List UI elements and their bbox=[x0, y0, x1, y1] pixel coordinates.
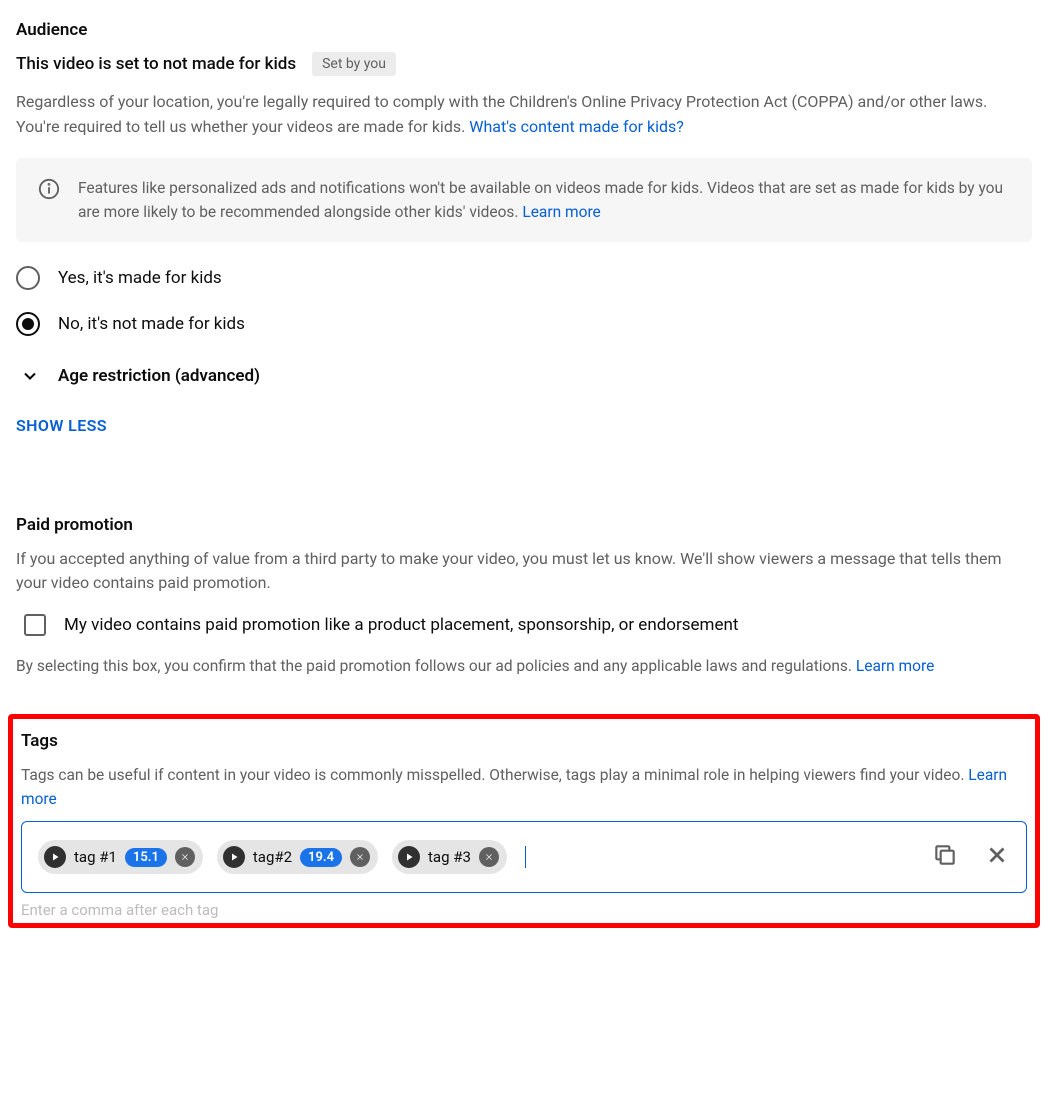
tag-label: tag #3 bbox=[428, 848, 471, 866]
tag-score-badge: 15.1 bbox=[125, 848, 167, 867]
paid-promotion-desc: If you accepted anything of value from a… bbox=[16, 547, 1032, 597]
show-less-button[interactable]: SHOW LESS bbox=[16, 416, 107, 435]
audience-title: Audience bbox=[16, 20, 1032, 40]
radio-yes-label: Yes, it's made for kids bbox=[58, 268, 222, 288]
paid-promotion-section: Paid promotion If you accepted anything … bbox=[16, 515, 1032, 679]
tags-actions bbox=[932, 842, 1010, 872]
tags-desc: Tags can be useful if content in your vi… bbox=[21, 763, 1027, 811]
tag-label: tag#2 bbox=[253, 848, 292, 866]
tag-label: tag #1 bbox=[74, 848, 117, 866]
chevron-down-icon bbox=[20, 366, 40, 386]
tags-desc-text: Tags can be useful if content in your vi… bbox=[21, 766, 968, 784]
audience-status-line: This video is set to not made for kids S… bbox=[16, 52, 1032, 76]
tags-input[interactable]: tag #1 15.1 tag#2 19.4 tag #3 bbox=[21, 821, 1027, 893]
age-restriction-expander[interactable]: Age restriction (advanced) bbox=[20, 366, 1032, 386]
age-restriction-label: Age restriction (advanced) bbox=[58, 366, 260, 386]
tag-remove-button[interactable] bbox=[350, 847, 370, 867]
tag-brand-icon bbox=[44, 846, 66, 868]
tag-brand-icon bbox=[223, 846, 245, 868]
radio-icon bbox=[16, 266, 40, 290]
tag-brand-icon bbox=[398, 846, 420, 868]
paid-promo-learn-more-link[interactable]: Learn more bbox=[856, 657, 934, 675]
clear-tags-button[interactable] bbox=[984, 842, 1010, 872]
tag-chip[interactable]: tag#2 19.4 bbox=[217, 840, 378, 874]
radio-icon-selected bbox=[16, 312, 40, 336]
tags-title: Tags bbox=[21, 731, 1027, 751]
radio-made-for-kids-no[interactable]: No, it's not made for kids bbox=[16, 312, 1032, 336]
copy-tags-button[interactable] bbox=[932, 842, 958, 872]
text-cursor bbox=[525, 846, 526, 868]
set-by-badge: Set by you bbox=[312, 52, 396, 76]
radio-made-for-kids-yes[interactable]: Yes, it's made for kids bbox=[16, 266, 1032, 290]
confirm-text: By selecting this box, you confirm that … bbox=[16, 657, 856, 675]
radio-no-label: No, it's not made for kids bbox=[58, 314, 245, 334]
audience-section: Audience This video is set to not made f… bbox=[16, 20, 1032, 479]
info-learn-more-link[interactable]: Learn more bbox=[522, 203, 600, 221]
content-for-kids-link[interactable]: What's content made for kids? bbox=[469, 117, 684, 136]
tags-section-highlighted: Tags Tags can be useful if content in yo… bbox=[8, 714, 1040, 928]
info-icon bbox=[38, 178, 60, 200]
tag-remove-button[interactable] bbox=[175, 847, 195, 867]
paid-promotion-checkbox-label: My video contains paid promotion like a … bbox=[64, 615, 738, 635]
info-box: Features like personalized ads and notif… bbox=[16, 158, 1032, 242]
paid-promotion-checkbox-row[interactable]: My video contains paid promotion like a … bbox=[24, 614, 1032, 636]
audience-status-text: This video is set to not made for kids bbox=[16, 54, 296, 74]
audience-description: Regardless of your location, you're lega… bbox=[16, 90, 1032, 140]
checkbox-icon bbox=[24, 614, 46, 636]
tags-hint: Enter a comma after each tag bbox=[21, 901, 1027, 919]
paid-promotion-confirm: By selecting this box, you confirm that … bbox=[16, 654, 1032, 678]
info-text: Features like personalized ads and notif… bbox=[78, 176, 1010, 224]
paid-promotion-title: Paid promotion bbox=[16, 515, 1032, 535]
tag-remove-button[interactable] bbox=[479, 847, 499, 867]
tag-chip[interactable]: tag #1 15.1 bbox=[38, 840, 203, 874]
tag-score-badge: 19.4 bbox=[300, 848, 342, 867]
tag-chip[interactable]: tag #3 bbox=[392, 840, 507, 874]
